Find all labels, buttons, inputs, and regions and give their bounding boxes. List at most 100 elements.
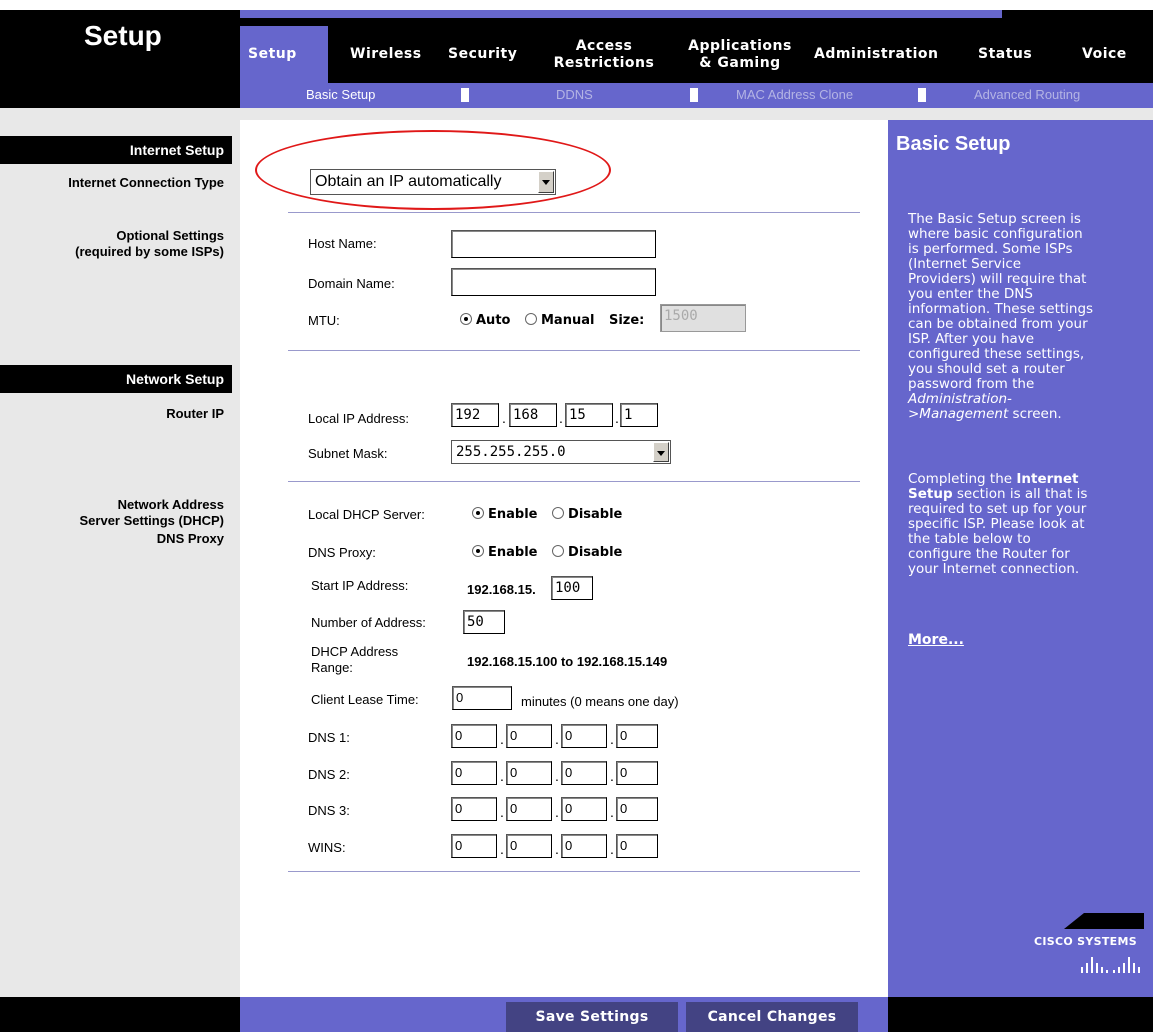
dns1-label: DNS 1: [308, 730, 350, 745]
chevron-down-icon[interactable] [653, 442, 669, 462]
tab-applications-gaming-line2: & Gaming [699, 55, 781, 71]
help-line: The Basic Setup screen is [908, 211, 1081, 227]
tab-access-restrictions[interactable]: Access Restrictions [548, 38, 660, 72]
tab-status[interactable]: Status [978, 46, 1032, 63]
help-line: you enter the DNS [908, 286, 1033, 302]
dns1-octet-4[interactable]: 0 [616, 724, 658, 748]
dhcp-enable-label: Enable [488, 507, 538, 522]
help-line: required to set up for your [908, 501, 1087, 517]
ip-dot: . [555, 731, 559, 747]
section-header-network-setup: Network Setup [0, 365, 232, 393]
dns2-label: DNS 2: [308, 767, 350, 782]
local-ip-octet-4[interactable]: 1 [620, 403, 658, 427]
footer-right [888, 997, 1153, 1032]
dhcp-enable-radio[interactable]: Enable [472, 507, 538, 522]
radio-unselected-icon [525, 313, 537, 325]
radio-unselected-icon [552, 507, 565, 519]
subtab-advanced-routing[interactable]: Advanced Routing [974, 87, 1080, 102]
ip-dot: . [555, 768, 559, 784]
help-line: you should set a router [908, 361, 1065, 377]
save-settings-button[interactable]: Save Settings [506, 1002, 678, 1032]
subnav-separator [918, 88, 926, 102]
wins-octet-3[interactable]: 0 [561, 834, 607, 858]
help-line: password from the [908, 376, 1035, 392]
wins-octet-4[interactable]: 0 [616, 834, 658, 858]
tab-administration[interactable]: Administration [814, 46, 938, 63]
help-line: configure the Router for [908, 546, 1070, 562]
dhcp-range-label-1: DHCP Address [311, 644, 399, 659]
dns2-octet-3[interactable]: 0 [561, 761, 607, 785]
dhcp-disable-label: Disable [568, 507, 623, 522]
tab-security[interactable]: Security [448, 46, 517, 63]
mtu-auto-label: Auto [476, 313, 511, 328]
help-title: Basic Setup [896, 133, 1011, 155]
tab-applications-gaming[interactable]: Applications & Gaming [680, 38, 800, 72]
local-ip-octet-3[interactable]: 15 [565, 403, 613, 427]
dns1-octet-3[interactable]: 0 [561, 724, 607, 748]
subtab-mac-address-clone[interactable]: MAC Address Clone [736, 87, 853, 102]
dns-proxy-radio-group: Enable Disable [472, 545, 632, 560]
help-more-link[interactable]: More... [908, 632, 964, 648]
dns2-octet-4[interactable]: 0 [616, 761, 658, 785]
tab-wireless[interactable]: Wireless [350, 46, 422, 63]
divider [288, 871, 860, 872]
dns1-octet-2[interactable]: 0 [506, 724, 552, 748]
help-panel: Basic Setup The Basic Setup screen is wh… [888, 120, 1153, 997]
mtu-manual-label: Manual [541, 313, 595, 328]
dns3-octet-1[interactable]: 0 [451, 797, 497, 821]
dns3-octet-4[interactable]: 0 [616, 797, 658, 821]
dns3-octet-2[interactable]: 0 [506, 797, 552, 821]
label-internet-connection-type: Internet Connection Type [68, 175, 224, 190]
subnet-mask-value: 255.255.255.0 [456, 444, 566, 460]
dns3-octet-3[interactable]: 0 [561, 797, 607, 821]
wins-octet-2[interactable]: 0 [506, 834, 552, 858]
tab-access-restrictions-line1: Access [575, 38, 633, 54]
tab-voice[interactable]: Voice [1082, 46, 1127, 63]
label-network-address: Network Address [117, 497, 224, 512]
ip-dot: . [500, 731, 504, 747]
dns-proxy-disable-label: Disable [568, 545, 623, 560]
help-text-run: section is all that is [952, 486, 1088, 502]
ip-dot: . [610, 804, 614, 820]
mtu-size-label: Size: [608, 313, 645, 328]
local-ip-octet-1[interactable]: 192 [451, 403, 499, 427]
header-divider-band [0, 108, 1153, 120]
tab-access-restrictions-line2: Restrictions [553, 55, 655, 71]
mtu-manual-radio[interactable]: Manual [525, 313, 594, 328]
help-paragraph-1: The Basic Setup screen is where basic co… [908, 212, 1146, 422]
number-of-address-input[interactable]: 50 [463, 610, 505, 634]
divider [288, 481, 860, 482]
tab-setup[interactable]: Setup [248, 46, 297, 63]
help-text-run: Completing the [908, 471, 1017, 487]
dhcp-disable-radio[interactable]: Disable [552, 507, 622, 522]
label-server-settings-dhcp: Server Settings (DHCP) [79, 513, 224, 528]
dns1-octet-1[interactable]: 0 [451, 724, 497, 748]
client-lease-time-input[interactable]: 0 [452, 686, 512, 710]
local-dhcp-server-label: Local DHCP Server: [308, 507, 425, 522]
cisco-bridge-icon [1081, 957, 1140, 973]
host-name-input[interactable] [451, 230, 656, 258]
label-optional-settings-note: (required by some ISPs) [75, 244, 224, 259]
subtab-ddns[interactable]: DDNS [556, 87, 593, 102]
start-ip-input[interactable]: 100 [551, 576, 593, 600]
help-bold-setup: Setup [908, 486, 953, 502]
mtu-auto-radio[interactable]: Auto [460, 313, 510, 328]
dns2-octet-1[interactable]: 0 [451, 761, 497, 785]
subnet-mask-select[interactable]: 255.255.255.0 [451, 440, 671, 464]
dns-proxy-enable-radio[interactable]: Enable [472, 545, 538, 560]
mtu-size-input[interactable]: 1500 [660, 304, 746, 332]
header-accent-strip [240, 10, 1002, 18]
radio-selected-icon [460, 313, 472, 325]
dhcp-range-label-2: Range: [311, 660, 353, 675]
dns2-octet-2[interactable]: 0 [506, 761, 552, 785]
subtab-basic-setup[interactable]: Basic Setup [306, 87, 375, 102]
cancel-changes-button[interactable]: Cancel Changes [686, 1002, 858, 1032]
radio-selected-icon [472, 507, 484, 519]
help-line: specific ISP. Please look at [908, 516, 1085, 532]
page-title: Setup [84, 20, 162, 51]
wins-octet-1[interactable]: 0 [451, 834, 497, 858]
domain-name-input[interactable] [451, 268, 656, 296]
local-ip-octet-2[interactable]: 168 [509, 403, 557, 427]
dns-proxy-disable-radio[interactable]: Disable [552, 545, 622, 560]
help-bold-internet: Internet [1016, 471, 1079, 487]
